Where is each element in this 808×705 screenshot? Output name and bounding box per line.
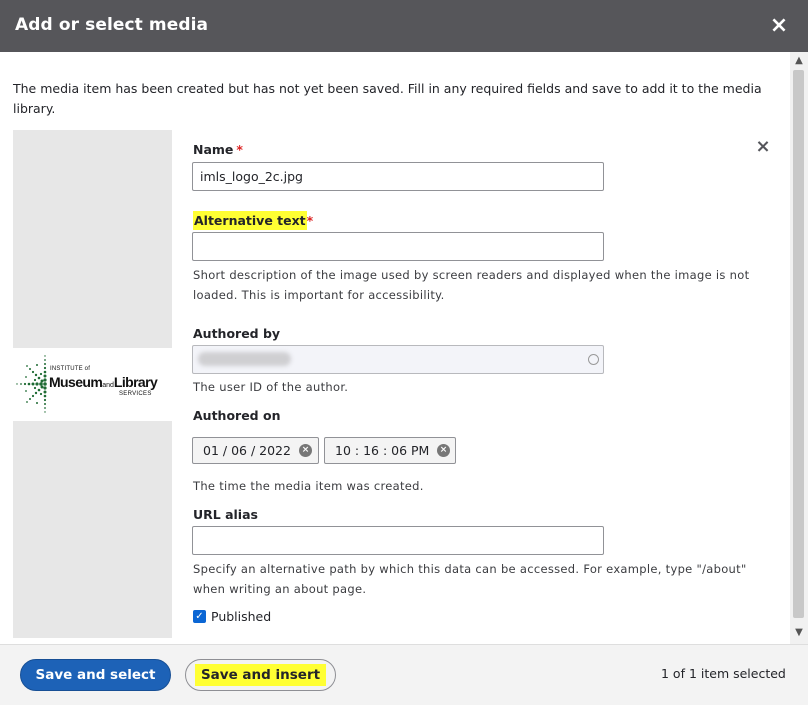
scrollbar-thumb[interactable] bbox=[793, 70, 804, 618]
save-and-insert-button[interactable]: Save and insert bbox=[185, 659, 336, 691]
dialog-content: The media item has been created but has … bbox=[0, 52, 790, 644]
published-label[interactable]: Published bbox=[211, 609, 271, 624]
save-and-select-button[interactable]: Save and select bbox=[20, 659, 171, 691]
url-alias-label: URL alias bbox=[193, 507, 258, 522]
time-input[interactable]: 10 : 16 : 06 PM × bbox=[324, 437, 456, 464]
published-checkbox[interactable]: ✓ bbox=[193, 610, 206, 623]
scroll-up-icon[interactable]: ▲ bbox=[790, 54, 808, 68]
autocomplete-icon bbox=[588, 354, 599, 365]
authored-by-description: The user ID of the author. bbox=[193, 380, 349, 394]
name-input[interactable] bbox=[192, 162, 604, 191]
dialog-footer: Save and select Save and insert 1 of 1 i… bbox=[0, 644, 808, 705]
logo-text-library: Library bbox=[113, 374, 158, 390]
required-mark: * bbox=[306, 213, 314, 228]
authored-by-label: Authored by bbox=[193, 326, 281, 341]
remove-media-icon[interactable]: × bbox=[752, 136, 774, 158]
scrollbar[interactable]: ▲ ▼ bbox=[790, 52, 808, 644]
scroll-down-icon[interactable]: ▼ bbox=[790, 626, 808, 640]
alt-text-input[interactable] bbox=[192, 232, 604, 261]
status-message: The media item has been created but has … bbox=[13, 81, 762, 116]
authored-on-description: The time the media item was created. bbox=[193, 479, 424, 493]
logo-burst-icon bbox=[16, 355, 47, 413]
dialog-title: Add or select media bbox=[15, 15, 209, 35]
url-alias-input[interactable] bbox=[192, 526, 604, 555]
authored-by-input[interactable] bbox=[192, 345, 604, 374]
url-alias-description: Specify an alternative path by which thi… bbox=[193, 562, 747, 596]
logo-text-museum: Museum bbox=[49, 374, 103, 390]
alt-text-description: Short description of the image used by s… bbox=[193, 268, 750, 302]
imls-logo: INSTITUTE of MuseumandLibrary SERVICES bbox=[13, 348, 172, 421]
logo-text-and: and bbox=[102, 382, 114, 389]
media-preview: INSTITUTE of MuseumandLibrary SERVICES bbox=[13, 130, 172, 638]
required-mark: * bbox=[236, 142, 243, 157]
redacted-username bbox=[198, 352, 291, 366]
date-value: 01 / 06 / 2022 bbox=[203, 443, 291, 458]
logo-text-services: SERVICES bbox=[119, 391, 152, 397]
logo-text-main: MuseumandLibrary bbox=[49, 374, 158, 390]
close-icon[interactable]: × bbox=[764, 13, 794, 39]
clear-date-icon[interactable]: × bbox=[299, 444, 312, 457]
name-label: Name * bbox=[193, 142, 243, 157]
logo-text-institute: INSTITUTE of bbox=[50, 366, 91, 372]
alt-text-label: Alternative text* bbox=[193, 211, 314, 230]
date-input[interactable]: 01 / 06 / 2022 × bbox=[192, 437, 319, 464]
name-label-text: Name bbox=[193, 142, 234, 157]
dialog-titlebar: Add or select media × bbox=[0, 0, 808, 52]
selection-count: 1 of 1 item selected bbox=[661, 666, 786, 681]
authored-on-label: Authored on bbox=[193, 408, 281, 423]
time-value: 10 : 16 : 06 PM bbox=[335, 443, 430, 458]
save-and-insert-label: Save and insert bbox=[194, 664, 327, 686]
alt-text-label-text: Alternative text bbox=[193, 211, 307, 230]
clear-time-icon[interactable]: × bbox=[437, 444, 450, 457]
